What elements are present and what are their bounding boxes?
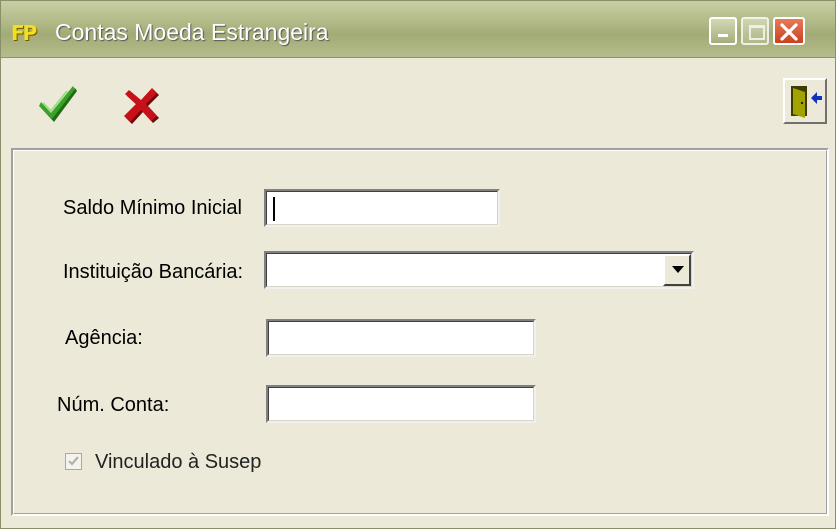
exit-door-icon <box>791 86 822 118</box>
maximize-button[interactable] <box>741 17 769 45</box>
num-conta-label: Núm. Conta: <box>57 394 170 416</box>
green-check-icon <box>39 86 77 122</box>
saldo-minimo-label: Saldo Mínimo Inicial <box>63 197 242 219</box>
app-logo-icon: FP <box>11 21 37 45</box>
close-icon <box>780 23 798 41</box>
checkmark-icon <box>68 456 79 466</box>
window-title: Contas Moeda Estrangeira <box>55 19 329 45</box>
num-conta-input[interactable] <box>266 385 536 423</box>
vinculado-susep-checkbox[interactable] <box>65 453 82 470</box>
agencia-label: Agência: <box>65 327 143 349</box>
minimize-button[interactable] <box>709 17 737 45</box>
instituicao-bancaria-label: Instituição Bancária: <box>63 261 244 283</box>
exit-button[interactable] <box>783 78 827 124</box>
title-bar[interactable]: FP Contas Moeda Estrangeira <box>1 1 835 58</box>
saldo-minimo-input[interactable] <box>264 189 500 227</box>
cancel-button[interactable] <box>119 82 163 126</box>
toolbar <box>1 58 835 136</box>
instituicao-bancaria-select[interactable] <box>264 251 694 289</box>
text-caret <box>273 197 275 221</box>
chevron-down-icon[interactable] <box>663 254 691 286</box>
vinculado-susep-label: Vinculado à Susep <box>95 451 262 473</box>
dialog-window: FP Contas Moeda Estrangeira Saldo Mínimo… <box>0 0 836 529</box>
agencia-input[interactable] <box>266 319 536 357</box>
red-x-icon <box>124 88 159 124</box>
close-button[interactable] <box>773 17 805 45</box>
confirm-button[interactable] <box>37 82 81 126</box>
